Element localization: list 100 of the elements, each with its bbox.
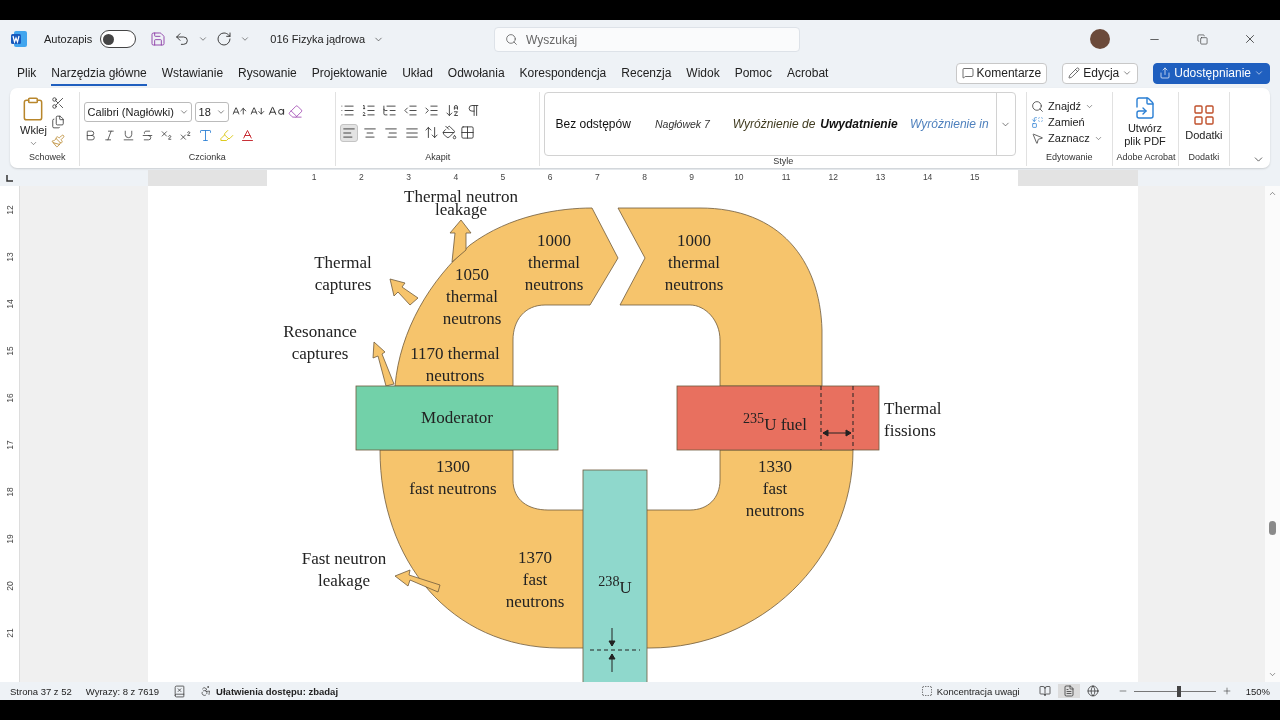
borders-icon[interactable] [459, 125, 475, 140]
decrease-indent-icon[interactable] [402, 102, 418, 118]
pilcrow-icon[interactable] [465, 102, 481, 118]
text-effects-icon[interactable] [197, 127, 213, 143]
underline-icon[interactable] [121, 128, 135, 142]
close-icon[interactable] [1243, 32, 1257, 46]
group-label: Adobe Acrobat [1116, 152, 1174, 164]
style-item[interactable]: Nagłówek 7 [655, 118, 733, 130]
style-item[interactable]: Wyróżnienie in [909, 117, 996, 131]
diagram-label: Resonance captures [283, 321, 357, 365]
menu-tab[interactable]: Plik [17, 60, 37, 86]
ruler-number: 17 [4, 440, 15, 450]
menu-tab[interactable]: Narzędzia główne [51, 60, 147, 86]
tab-stop-icon[interactable] [6, 174, 13, 182]
avatar[interactable] [1090, 29, 1110, 49]
shading-icon[interactable] [441, 125, 457, 140]
menu-tab[interactable]: Projektowanie [311, 60, 388, 86]
diagram-label: Fast neutron leakage [301, 548, 387, 592]
document-title[interactable]: 016 Fizyka jądrowa [270, 33, 366, 45]
ruler-number: 16 [4, 393, 15, 403]
ruler-number: 1 [311, 172, 317, 182]
caret-icon [1122, 68, 1133, 78]
sort-icon[interactable] [444, 102, 460, 118]
scroll-thumb[interactable] [1269, 521, 1276, 535]
zoom-in-icon[interactable] [1221, 686, 1232, 696]
addins-button[interactable]: Dodatki [1185, 102, 1223, 142]
scrollbar[interactable] [1265, 186, 1280, 682]
style-item[interactable]: Wyróżnienie de [732, 117, 821, 131]
view-button[interactable] [1057, 684, 1080, 698]
ruler-number: 15 [4, 346, 15, 356]
strikethrough-icon[interactable] [140, 128, 154, 142]
diagram-label: Thermal fissions [884, 398, 942, 442]
line-spacing-icon[interactable] [423, 125, 439, 140]
scroll-up-icon [1268, 189, 1277, 198]
paste-button[interactable]: Wklej [20, 96, 47, 148]
superscript-icon[interactable] [178, 128, 192, 142]
ruler-number: 19 [4, 534, 15, 544]
font-name-field[interactable]: Calibri (Nagłówki) [83, 101, 192, 122]
leakage-arrow [372, 341, 395, 387]
bullets-icon[interactable] [339, 102, 355, 118]
pdf-icon [1133, 96, 1157, 120]
autosave-toggle[interactable] [100, 30, 137, 48]
menu-tab[interactable]: Wstawianie [161, 60, 224, 86]
replace-button[interactable]: Zamień [1031, 115, 1085, 129]
restore-icon[interactable] [1196, 33, 1208, 45]
pencil-icon [1068, 67, 1081, 79]
font-size-field[interactable]: 18 [194, 101, 229, 122]
ruler-number: 13 [4, 252, 15, 262]
multilevel-list-icon[interactable] [381, 102, 397, 118]
diagram-label: 1000 thermal neutrons [524, 230, 584, 296]
editing-button[interactable]: Edycja [1062, 62, 1139, 84]
copy-icon[interactable] [50, 115, 65, 129]
align-button[interactable] [339, 123, 358, 142]
zoom-thumb[interactable] [1176, 685, 1181, 697]
cut-icon[interactable] [50, 96, 65, 110]
group-label: Style [772, 156, 795, 166]
search-icon [505, 33, 518, 46]
proofing-icon[interactable] [173, 684, 187, 698]
autosave-label: Autozapis [44, 33, 93, 45]
select-button[interactable]: Zaznacz [1031, 131, 1103, 145]
menu-tab[interactable]: Rysowanie [238, 60, 297, 86]
diagram-label: $^{235}$U fuel [742, 409, 808, 436]
menu-tab[interactable]: Acrobat [787, 60, 829, 86]
app-logo-icon[interactable] [10, 30, 28, 48]
menu-tab[interactable]: Widok [686, 60, 720, 86]
save-icon[interactable] [150, 31, 167, 47]
ruler-number: 10 [734, 172, 744, 182]
search-field[interactable]: Wyszukaj [494, 27, 800, 52]
group-label: Schowek [28, 152, 67, 164]
share-button[interactable]: Udostępnianie [1153, 62, 1270, 84]
find-button[interactable]: Znajdź [1031, 99, 1095, 113]
ruler-number: 14 [922, 172, 933, 182]
menu-tab[interactable]: Korespondencja [519, 60, 607, 86]
focus-button[interactable]: Koncentracja uwagi [920, 685, 1020, 697]
comments-button[interactable]: Komentarze [955, 62, 1048, 84]
ruler-number: 13 [875, 172, 886, 182]
menu-tab[interactable]: Układ [402, 60, 433, 86]
menu-tab[interactable]: Recenzja [621, 60, 672, 86]
subscript-icon[interactable] [159, 128, 173, 142]
ruler-number: 14 [4, 299, 15, 309]
style-item[interactable]: Bez odstępów [555, 117, 655, 131]
menu-tab[interactable]: Odwołania [447, 60, 505, 86]
font-color-icon[interactable] [239, 127, 255, 143]
share-icon [1159, 67, 1172, 79]
diagram-label: 1050 thermal neutrons [442, 264, 502, 330]
diagram-label: 1170 thermal neutrons [410, 343, 500, 387]
numbering-icon[interactable] [360, 102, 376, 118]
leakage-arrow [449, 219, 472, 263]
italic-icon[interactable] [102, 128, 116, 142]
style-item[interactable]: Uwydatnienie [820, 117, 910, 131]
create-pdf-button[interactable]: Utwórz plik PDF [1124, 96, 1166, 148]
increase-indent-icon[interactable] [423, 102, 439, 118]
redo-icon[interactable] [216, 31, 233, 47]
focus-icon [920, 685, 933, 697]
ruler-number: 2 [359, 172, 364, 182]
grid-icon [1191, 102, 1216, 127]
undo-icon[interactable] [174, 31, 191, 47]
accessibility-button[interactable]: Ułatwienia dostępu: zbadaj [200, 685, 339, 697]
ruler-number: 7 [594, 172, 600, 182]
menu-tab[interactable]: Pomoc [734, 60, 773, 86]
